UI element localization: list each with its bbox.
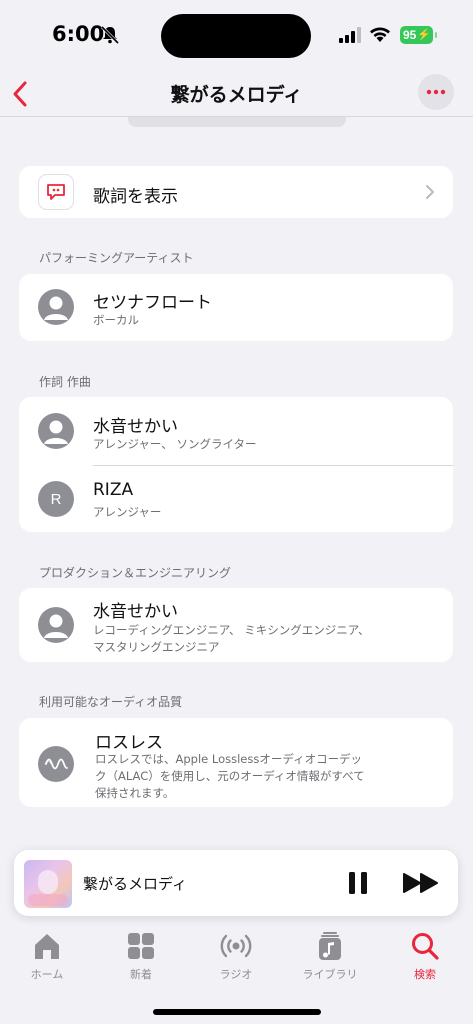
fast-forward-icon[interactable] [402,872,440,894]
home-icon [35,934,59,959]
show-lyrics-row[interactable]: 歌詞を表示 [19,166,453,218]
tab-label: 新着 [130,968,152,981]
initial-avatar: R [38,481,74,517]
page-title: 繋がるメロディ [170,84,303,106]
writer-name: RIZA [93,480,134,500]
section-header-production: プロダクション＆エンジニアリング [39,566,232,580]
writer-row[interactable]: 水音せかい アレンジャー、 ソングライター [19,397,453,465]
library-icon [319,932,341,960]
tab-search[interactable]: 検索 [378,928,472,988]
artist-name: セツナフロート [93,293,212,313]
audio-quality-name: ロスレス [95,733,163,753]
production-card: 水音せかい レコーディングエンジニア、 ミキシングエンジニア、 マスタリングエン… [19,588,453,662]
person-avatar-icon [38,413,74,449]
artist-role: ボーカル [93,313,139,327]
section-header-writing: 作詞 作曲 [39,375,91,389]
now-playing-title: 繋がるメロディ [83,875,187,893]
lyrics-icon [38,174,74,210]
navigation-bar: 繋がるメロディ [0,72,473,116]
show-lyrics-label: 歌詞を表示 [93,187,178,207]
battery-indicator: 95 ⚡ [400,26,437,44]
audio-quality-desc-line1: ロスレスでは、Apple Losslessオーディオコーデッ [95,752,363,766]
ellipsis-icon [426,89,446,95]
tab-label: 検索 [414,968,436,981]
tab-label: ラジオ [219,968,253,981]
tab-library[interactable]: ライブラリ [283,928,377,988]
dynamic-island [161,14,311,58]
lossless-icon [38,746,74,782]
tab-new[interactable]: 新着 [94,928,188,988]
tab-label: ホーム [30,968,64,981]
writer-name: 水音せかい [93,417,178,437]
engineer-role-line1: レコーディングエンジニア、 ミキシングエンジニア、 [93,623,370,637]
audio-quality-card: ロスレス ロスレスでは、Apple Losslessオーディオコーデッ ク（AL… [19,718,453,807]
more-button[interactable] [418,74,454,110]
person-avatar-icon [38,607,74,643]
section-header-audio-quality: 利用可能なオーディオ品質 [39,695,183,709]
audio-quality-desc-line3: 保持されます。 [95,786,175,800]
writers-card: 水音せかい アレンジャー、 ソングライター R RIZA アレンジャー [19,397,453,532]
writer-row[interactable]: R RIZA アレンジャー [19,465,453,532]
chevron-right-icon [426,185,434,199]
engineer-row[interactable]: 水音せかい レコーディングエンジニア、 ミキシングエンジニア、 マスタリングエン… [19,588,453,662]
performing-artists-card: セツナフロート ボーカル [19,274,453,341]
tab-radio[interactable]: ラジオ [189,928,283,988]
section-header-performing-artists: パフォーミングアーティスト [39,251,194,265]
mini-player[interactable]: 繋がるメロディ [14,850,458,916]
status-time: 6:00 [52,22,105,46]
engineer-role-line2: マスタリングエンジニア [93,640,220,654]
scrolled-content-edge [128,117,346,127]
home-indicator [153,1009,321,1015]
person-avatar-icon [38,289,74,325]
pause-icon[interactable] [346,870,370,896]
search-icon [412,933,439,960]
writer-role: アレンジャー [93,505,162,519]
album-artwork [24,860,72,908]
audio-quality-desc-line2: ク（ALAC）を使用し、元のオーディオ情報がすべて [95,769,365,783]
cellular-signal-icon [339,27,361,43]
artist-row[interactable]: セツナフロート ボーカル [19,274,453,341]
tab-label: ライブラリ [302,968,358,981]
radio-icon [220,934,252,958]
wifi-icon [370,27,390,42]
bell-muted-icon [100,25,120,45]
status-bar: 6:00 95 ⚡ [0,0,473,72]
battery-level: 95 [403,28,417,42]
grid-icon [128,933,154,959]
writer-role: アレンジャー、 ソングライター [93,437,257,451]
engineer-name: 水音せかい [93,602,178,622]
tab-home[interactable]: ホーム [0,928,94,988]
charging-bolt-icon: ⚡ [417,29,431,41]
